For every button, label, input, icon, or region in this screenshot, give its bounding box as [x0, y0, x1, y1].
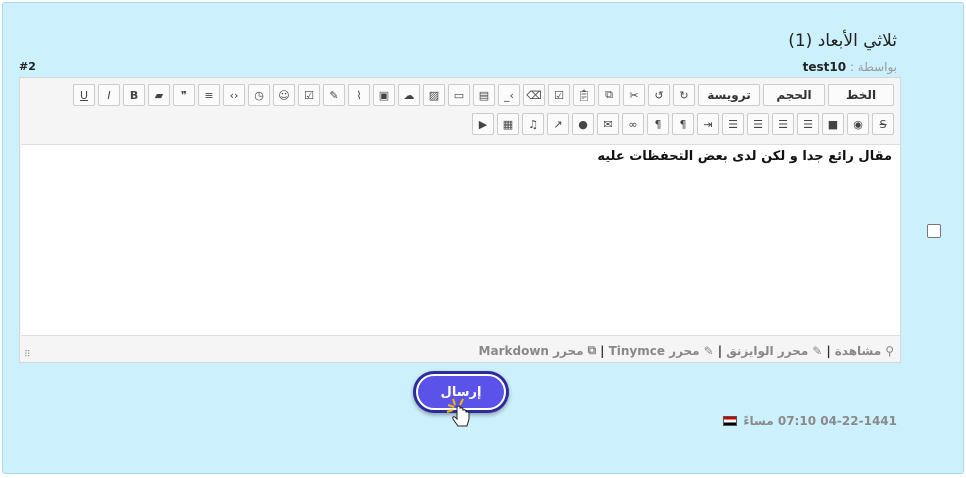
toolbar-row-1: الخط الحجم ترويسة ↻ ↺ ✂ ⧉ 📋︎ ☑ ⌫ ›_ ▤ ▭ …	[73, 84, 894, 106]
wysiwyg-mode-link[interactable]: محرر الوايزنق	[726, 344, 808, 358]
preview-mode-link[interactable]: مشاهدة	[835, 344, 881, 358]
email-icon[interactable]: ✉	[597, 113, 619, 135]
align-justify-icon[interactable]: ☰	[722, 113, 744, 135]
youtube-icon[interactable]: ▶	[472, 113, 494, 135]
edit-icon[interactable]: ✎	[323, 84, 345, 106]
edit-mode-icon: ✎	[703, 343, 714, 358]
byline: بواسطة : test10	[803, 60, 897, 74]
image-icon[interactable]: ▨	[423, 84, 445, 106]
editor-mode-switcher: ⚲ مشاهدة | ✎ محرر الوايزنق | ✎ محرر Tiny…	[479, 343, 894, 358]
rtl-icon[interactable]: ¶	[672, 113, 694, 135]
strikethrough-icon[interactable]: S	[872, 113, 894, 135]
markdown-mode-link[interactable]: محرر Markdown	[479, 344, 584, 358]
external-link-icon[interactable]: ↗	[547, 113, 569, 135]
select-all-icon[interactable]: ☑	[548, 84, 570, 106]
hand-cursor-icon	[446, 398, 470, 427]
palette-icon[interactable]: ◉	[847, 113, 869, 135]
select-checkbox[interactable]	[927, 224, 941, 238]
preview-icon: ⚲	[885, 343, 894, 358]
video-clip-icon[interactable]: ▦	[497, 113, 519, 135]
tinymce-mode-link[interactable]: محرر Tinymce	[609, 344, 700, 358]
code-icon[interactable]: ›_	[498, 84, 520, 106]
rectangle-icon[interactable]: ▭	[448, 84, 470, 106]
comment-icon[interactable]: ●	[572, 113, 594, 135]
heading-button[interactable]: ترويسة	[698, 84, 760, 106]
post-title: ثلاثي الأبعاد (1)	[788, 31, 897, 51]
folder-icon[interactable]: ▰	[148, 84, 170, 106]
text-editor: الخط الحجم ترويسة ↻ ↺ ✂ ⧉ 📋︎ ☑ ⌫ ›_ ▤ ▭ …	[19, 77, 901, 363]
music-icon[interactable]: ♫	[522, 113, 544, 135]
editor-toolbar: الخط الحجم ترويسة ↻ ↺ ✂ ⧉ 📋︎ ☑ ⌫ ›_ ▤ ▭ …	[20, 78, 900, 144]
author-link[interactable]: test10	[803, 60, 846, 74]
file-icon[interactable]: ▤	[473, 84, 495, 106]
bold-icon[interactable]: B	[123, 84, 145, 106]
edit-mode-icon: ✎	[812, 343, 823, 358]
align-left-icon[interactable]: ☰	[747, 113, 769, 135]
ltr-icon[interactable]: ¶	[647, 113, 669, 135]
mode-separator: |	[826, 343, 831, 358]
link-icon[interactable]: ∞	[622, 113, 644, 135]
align-right-icon[interactable]: ☰	[797, 113, 819, 135]
mode-separator: |	[600, 343, 605, 358]
fill-color-icon[interactable]: ■	[822, 113, 844, 135]
html-code-icon[interactable]: ‹›	[223, 84, 245, 106]
size-button[interactable]: الحجم	[763, 84, 825, 106]
font-button[interactable]: الخط	[828, 84, 894, 106]
markdown-icon: ⧉	[587, 343, 597, 357]
by-label: بواسطة :	[849, 60, 897, 74]
box-icon[interactable]: ▣	[373, 84, 395, 106]
history-icon[interactable]: ◷	[248, 84, 270, 106]
comment-textarea[interactable]: مقال رائع جدا و لكن لدى بعض التحفظات علي…	[21, 144, 900, 336]
date-text: 04-22-1441 07:10 مساءً	[743, 414, 897, 428]
mode-separator: |	[717, 343, 723, 358]
italic-icon[interactable]: I	[98, 84, 120, 106]
checkbox-edit-icon[interactable]: ☑	[298, 84, 320, 106]
comment-panel: ثلاثي الأبعاد (1) بواسطة : test10 #2 الخ…	[2, 2, 964, 474]
align-center-icon[interactable]: ☰	[772, 113, 794, 135]
smile-icon[interactable]: ☺	[273, 84, 295, 106]
copy-icon[interactable]: ⧉	[598, 84, 620, 106]
eraser-icon[interactable]: ⌫	[523, 84, 545, 106]
paste-icon[interactable]: 📋︎	[573, 84, 595, 106]
post-number: #2	[19, 60, 36, 73]
indent-icon[interactable]: ⇥	[697, 113, 719, 135]
post-date: 04-22-1441 07:10 مساءً	[723, 414, 897, 428]
cloud-upload-icon[interactable]: ☁	[398, 84, 420, 106]
quote-icon[interactable]: ❞	[173, 84, 195, 106]
attachment-icon[interactable]: ⌇	[348, 84, 370, 106]
underline-icon[interactable]: U	[73, 84, 95, 106]
egypt-flag-icon	[723, 416, 738, 426]
cut-icon[interactable]: ✂	[623, 84, 645, 106]
redo-icon[interactable]: ↻	[673, 84, 695, 106]
undo-icon[interactable]: ↺	[648, 84, 670, 106]
list-icon[interactable]: ≡	[198, 84, 220, 106]
resize-grip-icon[interactable]: ⠿	[24, 350, 31, 360]
toolbar-row-2: S ◉ ■ ☰ ☰ ☰ ☰ ⇥ ¶ ¶ ∞ ✉ ● ↗ ♫ ▦ ▶	[472, 113, 894, 135]
